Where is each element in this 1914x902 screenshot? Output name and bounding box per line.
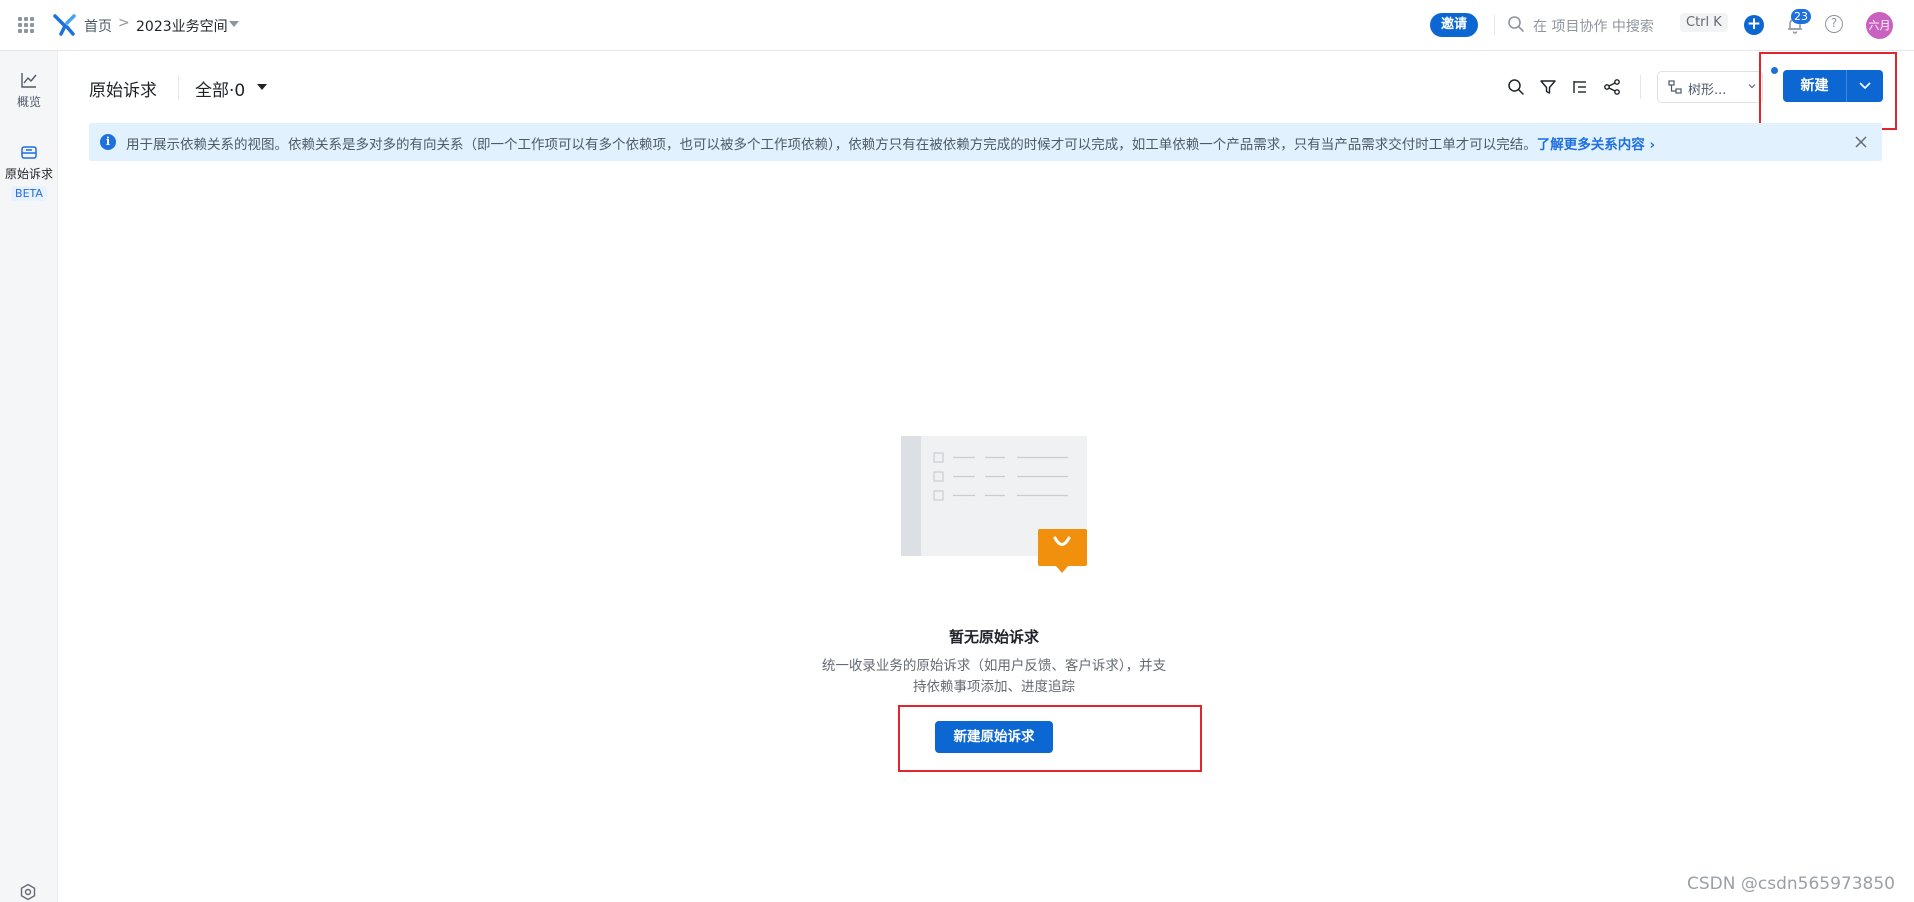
banner-text: 用于展示依赖关系的视图。依赖关系是多对多的有向关系（即一个工作项可以有多个依赖项…	[126, 133, 1655, 153]
info-banner: i 用于展示依赖关系的视图。依赖关系是多对多的有向关系（即一个工作项可以有多个依…	[89, 123, 1882, 161]
divider	[178, 75, 179, 99]
apps-grid-icon[interactable]	[18, 17, 34, 33]
highlight-box	[898, 705, 1202, 772]
sidebar-item-overview[interactable]: 概览	[0, 71, 58, 110]
search-icon[interactable]	[1507, 15, 1525, 33]
view-type-label: 树形...	[1688, 83, 1727, 98]
top-bar: 首页 > 2023业务空间 邀请 在 项目协作 中搜索 Ctrl K + 23 …	[0, 0, 1914, 51]
global-search-input[interactable]: 在 项目协作 中搜索	[1533, 16, 1654, 36]
tree-view-icon	[1668, 80, 1682, 94]
invite-button[interactable]: 邀请	[1430, 13, 1478, 37]
sidebar: 概览 原始诉求 BETA	[0, 51, 58, 902]
avatar[interactable]: 六月	[1866, 12, 1893, 39]
view-type-select[interactable]: 树形...	[1657, 71, 1763, 103]
create-plus-button[interactable]: +	[1744, 15, 1764, 35]
share-icon[interactable]	[1603, 78, 1621, 96]
learn-more-link[interactable]: 了解更多关系内容 ›	[1537, 137, 1655, 153]
highlight-box	[1759, 52, 1897, 130]
sidebar-item-label: 原始诉求	[4, 167, 53, 181]
info-icon: i	[100, 134, 116, 150]
sidebar-item-label: 概览	[16, 95, 41, 109]
empty-state-description: 统一收录业务的原始诉求（如用户反馈、客户诉求），并支 持依赖事项添加、进度追踪	[810, 656, 1178, 698]
chevron-down-icon	[1748, 84, 1756, 89]
empty-state-title: 暂无原始诉求	[948, 628, 1039, 646]
page-title: 原始诉求	[89, 81, 157, 101]
breadcrumb-home[interactable]: 首页	[84, 16, 112, 36]
settings-icon[interactable]	[19, 883, 37, 901]
filter-icon[interactable]	[1539, 78, 1557, 96]
space-dropdown-icon[interactable]	[229, 21, 239, 27]
breadcrumb-space[interactable]: 2023业务空间	[136, 16, 228, 36]
chart-line-icon	[21, 73, 37, 88]
beta-badge: BETA	[11, 186, 47, 201]
search-icon[interactable]	[1507, 78, 1525, 96]
shortcut-hint: Ctrl K	[1680, 13, 1728, 32]
notification-badge: 23	[1791, 9, 1811, 24]
divider	[1494, 15, 1495, 35]
app-logo-icon[interactable]	[52, 12, 78, 38]
watermark: CSDN @csdn565973850	[1687, 874, 1895, 894]
empty-illustration	[901, 436, 1087, 573]
caret-down-icon[interactable]	[257, 84, 267, 90]
filter-select[interactable]: 全部·0	[195, 76, 245, 101]
empty-desc-line: 持依赖事项添加、进度追踪	[913, 679, 1075, 695]
help-icon[interactable]: ?	[1825, 15, 1843, 33]
tree-list-icon[interactable]	[1571, 78, 1589, 96]
close-icon[interactable]	[1854, 135, 1868, 149]
inbox-icon	[21, 146, 37, 159]
banner-message: 用于展示依赖关系的视图。依赖关系是多对多的有向关系（即一个工作项可以有多个依赖项…	[126, 137, 1537, 153]
empty-desc-line: 统一收录业务的原始诉求（如用户反馈、客户诉求），并支	[821, 658, 1167, 674]
sidebar-item-requests[interactable]: 原始诉求 BETA	[0, 143, 58, 201]
breadcrumb-separator: >	[118, 15, 130, 31]
divider	[1640, 75, 1641, 99]
